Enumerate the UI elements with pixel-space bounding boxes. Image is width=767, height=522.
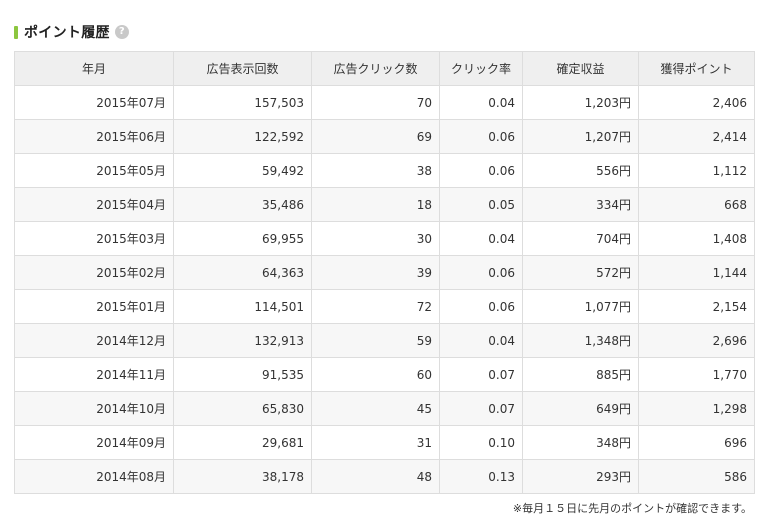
cell-impressions: 59,492 (173, 153, 312, 188)
cell-impressions: 64,363 (173, 255, 312, 290)
cell-ctr: 0.04 (439, 221, 523, 256)
cell-clicks: 18 (311, 187, 440, 222)
cell-month: 2015年02月 (14, 255, 174, 290)
table-row: 2015年07月 157,503 70 0.04 1,203円 2,406 (14, 85, 755, 120)
cell-clicks: 39 (311, 255, 440, 290)
table-row: 2014年11月 91,535 60 0.07 885円 1,770 (14, 357, 755, 392)
cell-points: 1,408 (638, 221, 755, 256)
header-clicks: 広告クリック数 (311, 51, 440, 86)
question-circle-icon[interactable]: ? (114, 25, 129, 39)
cell-month: 2014年08月 (14, 459, 174, 494)
point-history-table: 年月 広告表示回数 広告クリック数 クリック率 確定収益 獲得ポイント 2015… (14, 51, 755, 494)
cell-month: 2015年01月 (14, 289, 174, 324)
accent-bar (14, 25, 18, 39)
table-row: 2014年08月 38,178 48 0.13 293円 586 (14, 459, 755, 494)
cell-revenue: 293円 (522, 459, 639, 494)
cell-impressions: 114,501 (173, 289, 312, 324)
cell-ctr: 0.13 (439, 459, 523, 494)
cell-clicks: 70 (311, 85, 440, 120)
cell-impressions: 157,503 (173, 85, 312, 120)
cell-clicks: 60 (311, 357, 440, 392)
cell-points: 2,696 (638, 323, 755, 358)
cell-clicks: 45 (311, 391, 440, 426)
cell-points: 2,154 (638, 289, 755, 324)
table-row: 2014年10月 65,830 45 0.07 649円 1,298 (14, 391, 755, 426)
table-header-row: 年月 広告表示回数 広告クリック数 クリック率 確定収益 獲得ポイント (14, 51, 755, 86)
footnote: ※毎月１５日に先月のポイントが確認できます。 (512, 502, 752, 515)
cell-revenue: 334円 (522, 187, 639, 222)
cell-impressions: 65,830 (173, 391, 312, 426)
cell-ctr: 0.05 (439, 187, 523, 222)
cell-ctr: 0.07 (439, 357, 523, 392)
cell-clicks: 69 (311, 119, 440, 154)
cell-month: 2014年10月 (14, 391, 174, 426)
cell-month: 2014年12月 (14, 323, 174, 358)
cell-impressions: 29,681 (173, 425, 312, 460)
cell-clicks: 31 (311, 425, 440, 460)
table-row: 2015年05月 59,492 38 0.06 556円 1,112 (14, 153, 755, 188)
cell-month: 2015年06月 (14, 119, 174, 154)
cell-month: 2015年05月 (14, 153, 174, 188)
cell-impressions: 35,486 (173, 187, 312, 222)
table-row: 2015年06月 122,592 69 0.06 1,207円 2,414 (14, 119, 755, 154)
table-row: 2014年12月 132,913 59 0.04 1,348円 2,696 (14, 323, 755, 358)
cell-revenue: 704円 (522, 221, 639, 256)
section-header: ポイント履歴 ? (14, 22, 129, 42)
cell-impressions: 132,913 (173, 323, 312, 358)
cell-ctr: 0.06 (439, 153, 523, 188)
header-revenue: 確定収益 (522, 51, 639, 86)
cell-points: 2,406 (638, 85, 755, 120)
cell-points: 696 (638, 425, 755, 460)
header-impressions: 広告表示回数 (173, 51, 312, 86)
cell-clicks: 72 (311, 289, 440, 324)
cell-impressions: 38,178 (173, 459, 312, 494)
cell-revenue: 1,348円 (522, 323, 639, 358)
cell-points: 586 (638, 459, 755, 494)
cell-ctr: 0.06 (439, 255, 523, 290)
table-row: 2014年09月 29,681 31 0.10 348円 696 (14, 425, 755, 460)
cell-revenue: 1,207円 (522, 119, 639, 154)
cell-points: 1,144 (638, 255, 755, 290)
cell-revenue: 348円 (522, 425, 639, 460)
cell-month: 2015年07月 (14, 85, 174, 120)
table-row: 2015年02月 64,363 39 0.06 572円 1,144 (14, 255, 755, 290)
header-ctr: クリック率 (439, 51, 523, 86)
cell-impressions: 69,955 (173, 221, 312, 256)
table-row: 2015年04月 35,486 18 0.05 334円 668 (14, 187, 755, 222)
cell-ctr: 0.06 (439, 119, 523, 154)
cell-month: 2014年11月 (14, 357, 174, 392)
cell-points: 1,112 (638, 153, 755, 188)
cell-revenue: 556円 (522, 153, 639, 188)
table-body: 2015年07月 157,503 70 0.04 1,203円 2,406 2015年06月… (14, 85, 755, 494)
cell-ctr: 0.07 (439, 391, 523, 426)
cell-clicks: 38 (311, 153, 440, 188)
header-month: 年月 (14, 51, 174, 86)
cell-points: 2,414 (638, 119, 755, 154)
cell-revenue: 885円 (522, 357, 639, 392)
cell-revenue: 1,203円 (522, 85, 639, 120)
cell-points: 668 (638, 187, 755, 222)
table-row: 2015年03月 69,955 30 0.04 704円 1,408 (14, 221, 755, 256)
cell-clicks: 30 (311, 221, 440, 256)
cell-points: 1,298 (638, 391, 755, 426)
header-points: 獲得ポイント (638, 51, 755, 86)
cell-month: 2014年09月 (14, 425, 174, 460)
cell-impressions: 122,592 (173, 119, 312, 154)
cell-revenue: 1,077円 (522, 289, 639, 324)
cell-ctr: 0.04 (439, 323, 523, 358)
table-row: 2015年01月 114,501 72 0.06 1,077円 2,154 (14, 289, 755, 324)
cell-month: 2015年04月 (14, 187, 174, 222)
cell-revenue: 649円 (522, 391, 639, 426)
cell-clicks: 59 (311, 323, 440, 358)
cell-revenue: 572円 (522, 255, 639, 290)
cell-points: 1,770 (638, 357, 755, 392)
cell-impressions: 91,535 (173, 357, 312, 392)
cell-month: 2015年03月 (14, 221, 174, 256)
cell-clicks: 48 (311, 459, 440, 494)
cell-ctr: 0.04 (439, 85, 523, 120)
cell-ctr: 0.06 (439, 289, 523, 324)
section-title: ポイント履歴 (24, 25, 110, 41)
cell-ctr: 0.10 (439, 425, 523, 460)
